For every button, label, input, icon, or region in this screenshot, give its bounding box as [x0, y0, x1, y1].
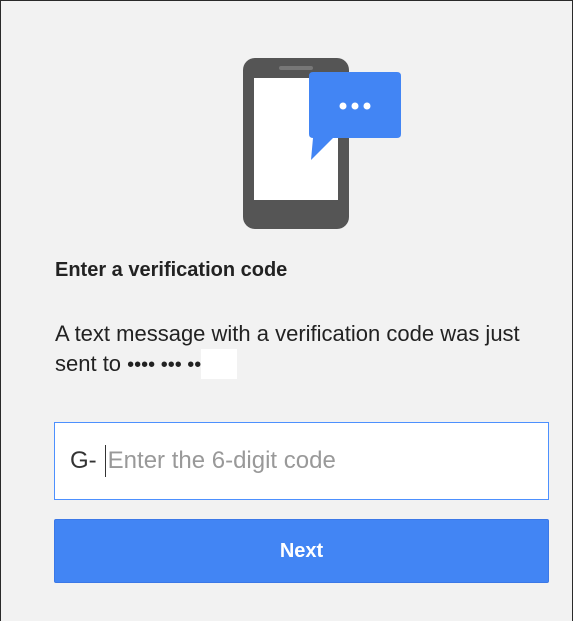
masked-phone-number: •••• ••• •• — [127, 354, 202, 376]
phone-with-chat-bubble-icon — [243, 58, 401, 229]
redaction-block — [201, 349, 238, 379]
message-text: A text message with a verification code … — [55, 321, 520, 376]
verification-code-field[interactable]: G- — [54, 422, 549, 500]
next-button[interactable]: Next — [54, 519, 549, 583]
page-title: Enter a verification code — [55, 259, 288, 281]
verification-code-input[interactable] — [107, 447, 508, 475]
verification-card: Enter a verification code A text message… — [0, 0, 573, 621]
code-prefix: G- — [70, 447, 97, 474]
chat-bubble-icon — [309, 72, 401, 160]
verification-message: A text message with a verification code … — [55, 319, 545, 380]
text-caret — [104, 445, 106, 477]
